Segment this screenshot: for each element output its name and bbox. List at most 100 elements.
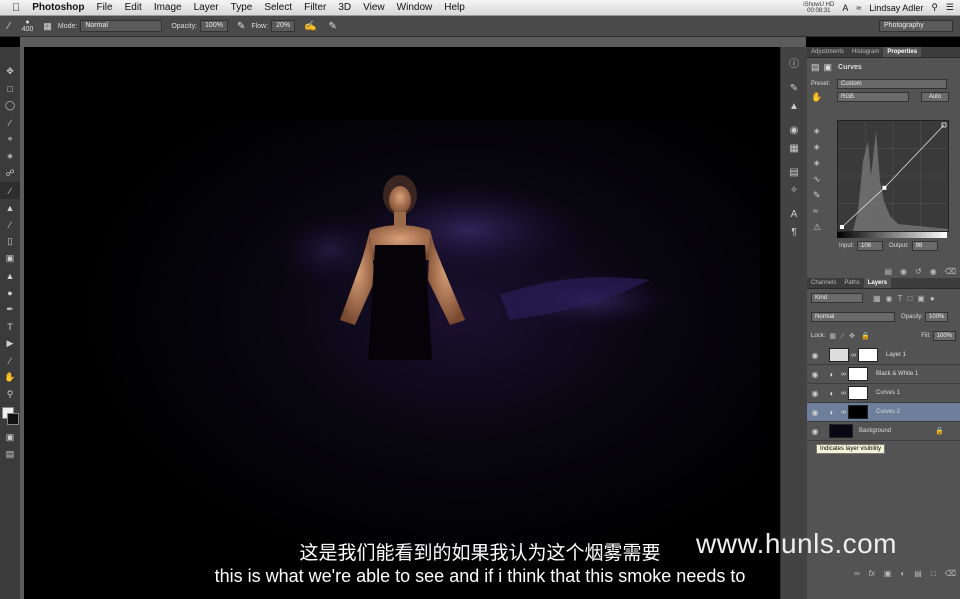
smooth-icon[interactable]: ≈ xyxy=(813,203,831,219)
menu-help[interactable]: Help xyxy=(438,2,471,13)
marquee-tool-icon[interactable]: □ xyxy=(0,80,20,97)
gray-point-eyedropper-icon[interactable]: ∗ xyxy=(813,139,831,155)
layer-row-black-white-1[interactable]: ◉ ◐ ∞ Black & White 1 xyxy=(807,365,960,384)
healing-brush-tool-icon[interactable]: ☍ xyxy=(0,165,20,182)
channel-select[interactable]: RGB xyxy=(837,92,909,102)
tab-channels[interactable]: Channels xyxy=(807,278,840,288)
quick-select-tool-icon[interactable]: ∕ xyxy=(0,114,20,131)
document-canvas[interactable] xyxy=(24,47,807,599)
layer-opacity-field[interactable]: 100% xyxy=(925,312,949,322)
brush-tool-icon[interactable]: ∕ xyxy=(0,182,20,199)
tab-properties[interactable]: Properties xyxy=(883,47,922,57)
eyedropper-tool-icon[interactable]: ∗ xyxy=(0,148,20,165)
dodge-tool-icon[interactable]: ● xyxy=(0,284,20,301)
spotlight-icon[interactable]: ⚲ xyxy=(931,2,938,13)
layer-mask-thumbnail[interactable] xyxy=(858,348,878,362)
layer-row-curves-1[interactable]: ◉ ◐ ∞ Curves 1 xyxy=(807,384,960,403)
pencil-draw-icon[interactable]: ✎ xyxy=(813,187,831,203)
menu-file[interactable]: File xyxy=(90,2,118,13)
swatches-icon[interactable]: ▦ xyxy=(781,139,807,157)
brush-panel-icon[interactable]: ▦ xyxy=(43,21,52,32)
adobe-icon[interactable]: A xyxy=(842,3,848,13)
wifi-icon[interactable]: ≈ xyxy=(856,3,861,13)
flow-field[interactable]: 20% xyxy=(271,20,296,32)
clone-source-icon[interactable]: ▲ xyxy=(781,97,807,115)
airbrush-icon[interactable]: ✍ xyxy=(304,21,316,32)
layer-mask-thumbnail[interactable] xyxy=(848,405,868,419)
pen-tool-icon[interactable]: ✒ xyxy=(0,301,20,318)
mode-select[interactable]: Normal xyxy=(80,20,163,32)
layer-row-curves-2[interactable]: ◉ ◐ ∞ Curves 2 xyxy=(807,403,960,422)
delete-icon[interactable]: ⌫ xyxy=(945,267,956,276)
menu-filter[interactable]: Filter xyxy=(298,2,332,13)
opacity-field[interactable]: 100% xyxy=(200,20,228,32)
crop-tool-icon[interactable]: ⌖ xyxy=(0,131,20,148)
type-tool-icon[interactable]: T xyxy=(0,318,20,335)
character-icon[interactable]: A xyxy=(781,205,807,223)
lasso-tool-icon[interactable]: ◯ xyxy=(0,97,20,114)
eye-icon[interactable]: ◉ xyxy=(807,370,823,379)
screen-mode-icon[interactable]: ▤ xyxy=(0,446,20,463)
clipping-warning-icon[interactable]: ⚠ xyxy=(813,219,831,235)
curves-graph[interactable] xyxy=(837,120,949,232)
layer-mask-thumbnail[interactable] xyxy=(848,386,868,400)
eye-icon[interactable]: ◉ xyxy=(807,389,823,398)
lock-icon[interactable]: 🔒 xyxy=(935,427,944,435)
color-swatches-icon[interactable] xyxy=(0,403,20,429)
black-point-eyedropper-icon[interactable]: ∗ xyxy=(813,123,831,139)
quick-mask-icon[interactable]: ▣ xyxy=(0,429,20,446)
targeted-adjust-icon[interactable]: ✋ xyxy=(811,92,837,103)
tab-histogram[interactable]: Histogram xyxy=(848,47,883,57)
zoom-tool-icon[interactable]: ⚲ xyxy=(0,386,20,403)
menu-layer[interactable]: Layer xyxy=(188,2,225,13)
visibility-icon[interactable]: ◉ xyxy=(930,267,937,276)
view-previous-icon[interactable]: ◉ xyxy=(900,267,907,276)
tab-layers[interactable]: Layers xyxy=(863,278,892,288)
layer-row-layer-1[interactable]: ◉ ∞ Layer 1 xyxy=(807,346,960,365)
brush-preset-picker[interactable]: ● 400 xyxy=(22,19,34,33)
tab-adjustments[interactable]: Adjustments xyxy=(807,47,848,57)
blend-mode-select[interactable]: Normal xyxy=(811,312,895,322)
eye-icon[interactable]: ◉ xyxy=(807,427,823,436)
white-point-eyedropper-icon[interactable]: ∗ xyxy=(813,155,831,171)
fill-field[interactable]: 100% xyxy=(932,331,956,341)
output-field[interactable]: 98 xyxy=(911,241,938,251)
filter-kind-select[interactable]: Kind xyxy=(811,293,863,303)
history-brush-tool-icon[interactable]: ∕ xyxy=(0,216,20,233)
pressure-opacity-icon[interactable]: ✎ xyxy=(237,21,245,32)
menu-view[interactable]: View xyxy=(357,2,391,13)
adjustments-icon[interactable]: ▤ xyxy=(781,163,807,181)
filter-icons[interactable]: ▦◉T□▣● xyxy=(873,294,940,303)
gradient-tool-icon[interactable]: ▣ xyxy=(0,250,20,267)
lock-icons[interactable]: ▦∕✥🔒 xyxy=(829,332,875,340)
user-name[interactable]: Lindsay Adler xyxy=(869,3,923,13)
layer-mask-thumbnail[interactable] xyxy=(848,367,868,381)
blur-tool-icon[interactable]: ▲ xyxy=(0,267,20,284)
menu-select[interactable]: Select xyxy=(258,2,298,13)
menu-type[interactable]: Type xyxy=(225,2,259,13)
menu-edit[interactable]: Edit xyxy=(119,2,148,13)
menu-window[interactable]: Window xyxy=(391,2,439,13)
mask-icon[interactable]: ▣ xyxy=(824,62,833,73)
curve-edit-icon[interactable]: ∿ xyxy=(813,171,831,187)
apple-icon[interactable]:  xyxy=(0,2,26,14)
navigator-icon[interactable]: ◉ xyxy=(781,121,807,139)
menu-image[interactable]: Image xyxy=(148,2,188,13)
auto-button[interactable]: Auto xyxy=(921,92,949,102)
menu-3d[interactable]: 3D xyxy=(332,2,357,13)
tab-paths[interactable]: Paths xyxy=(840,278,863,288)
styles-icon[interactable]: ✧ xyxy=(781,181,807,199)
pressure-size-icon[interactable]: ✎ xyxy=(329,21,337,32)
preset-select[interactable]: Custom xyxy=(837,79,947,89)
paragraph-icon[interactable]: ¶ xyxy=(781,223,807,241)
brush-preset-icon[interactable]: ✎ xyxy=(781,79,807,97)
move-tool-icon[interactable]: ✥ xyxy=(0,63,20,80)
brush-tool-icon[interactable]: ∕ xyxy=(8,21,10,32)
clone-stamp-tool-icon[interactable]: ▲ xyxy=(0,199,20,216)
eye-icon[interactable]: ◉ xyxy=(807,408,823,417)
input-field[interactable]: 106 xyxy=(857,241,884,251)
layer-row-background[interactable]: ◉ Background 🔒 xyxy=(807,422,960,441)
info-icon[interactable]: ⓘ xyxy=(781,53,807,71)
line-tool-icon[interactable]: ∕ xyxy=(0,352,20,369)
hand-tool-icon[interactable]: ✋ xyxy=(0,369,20,386)
